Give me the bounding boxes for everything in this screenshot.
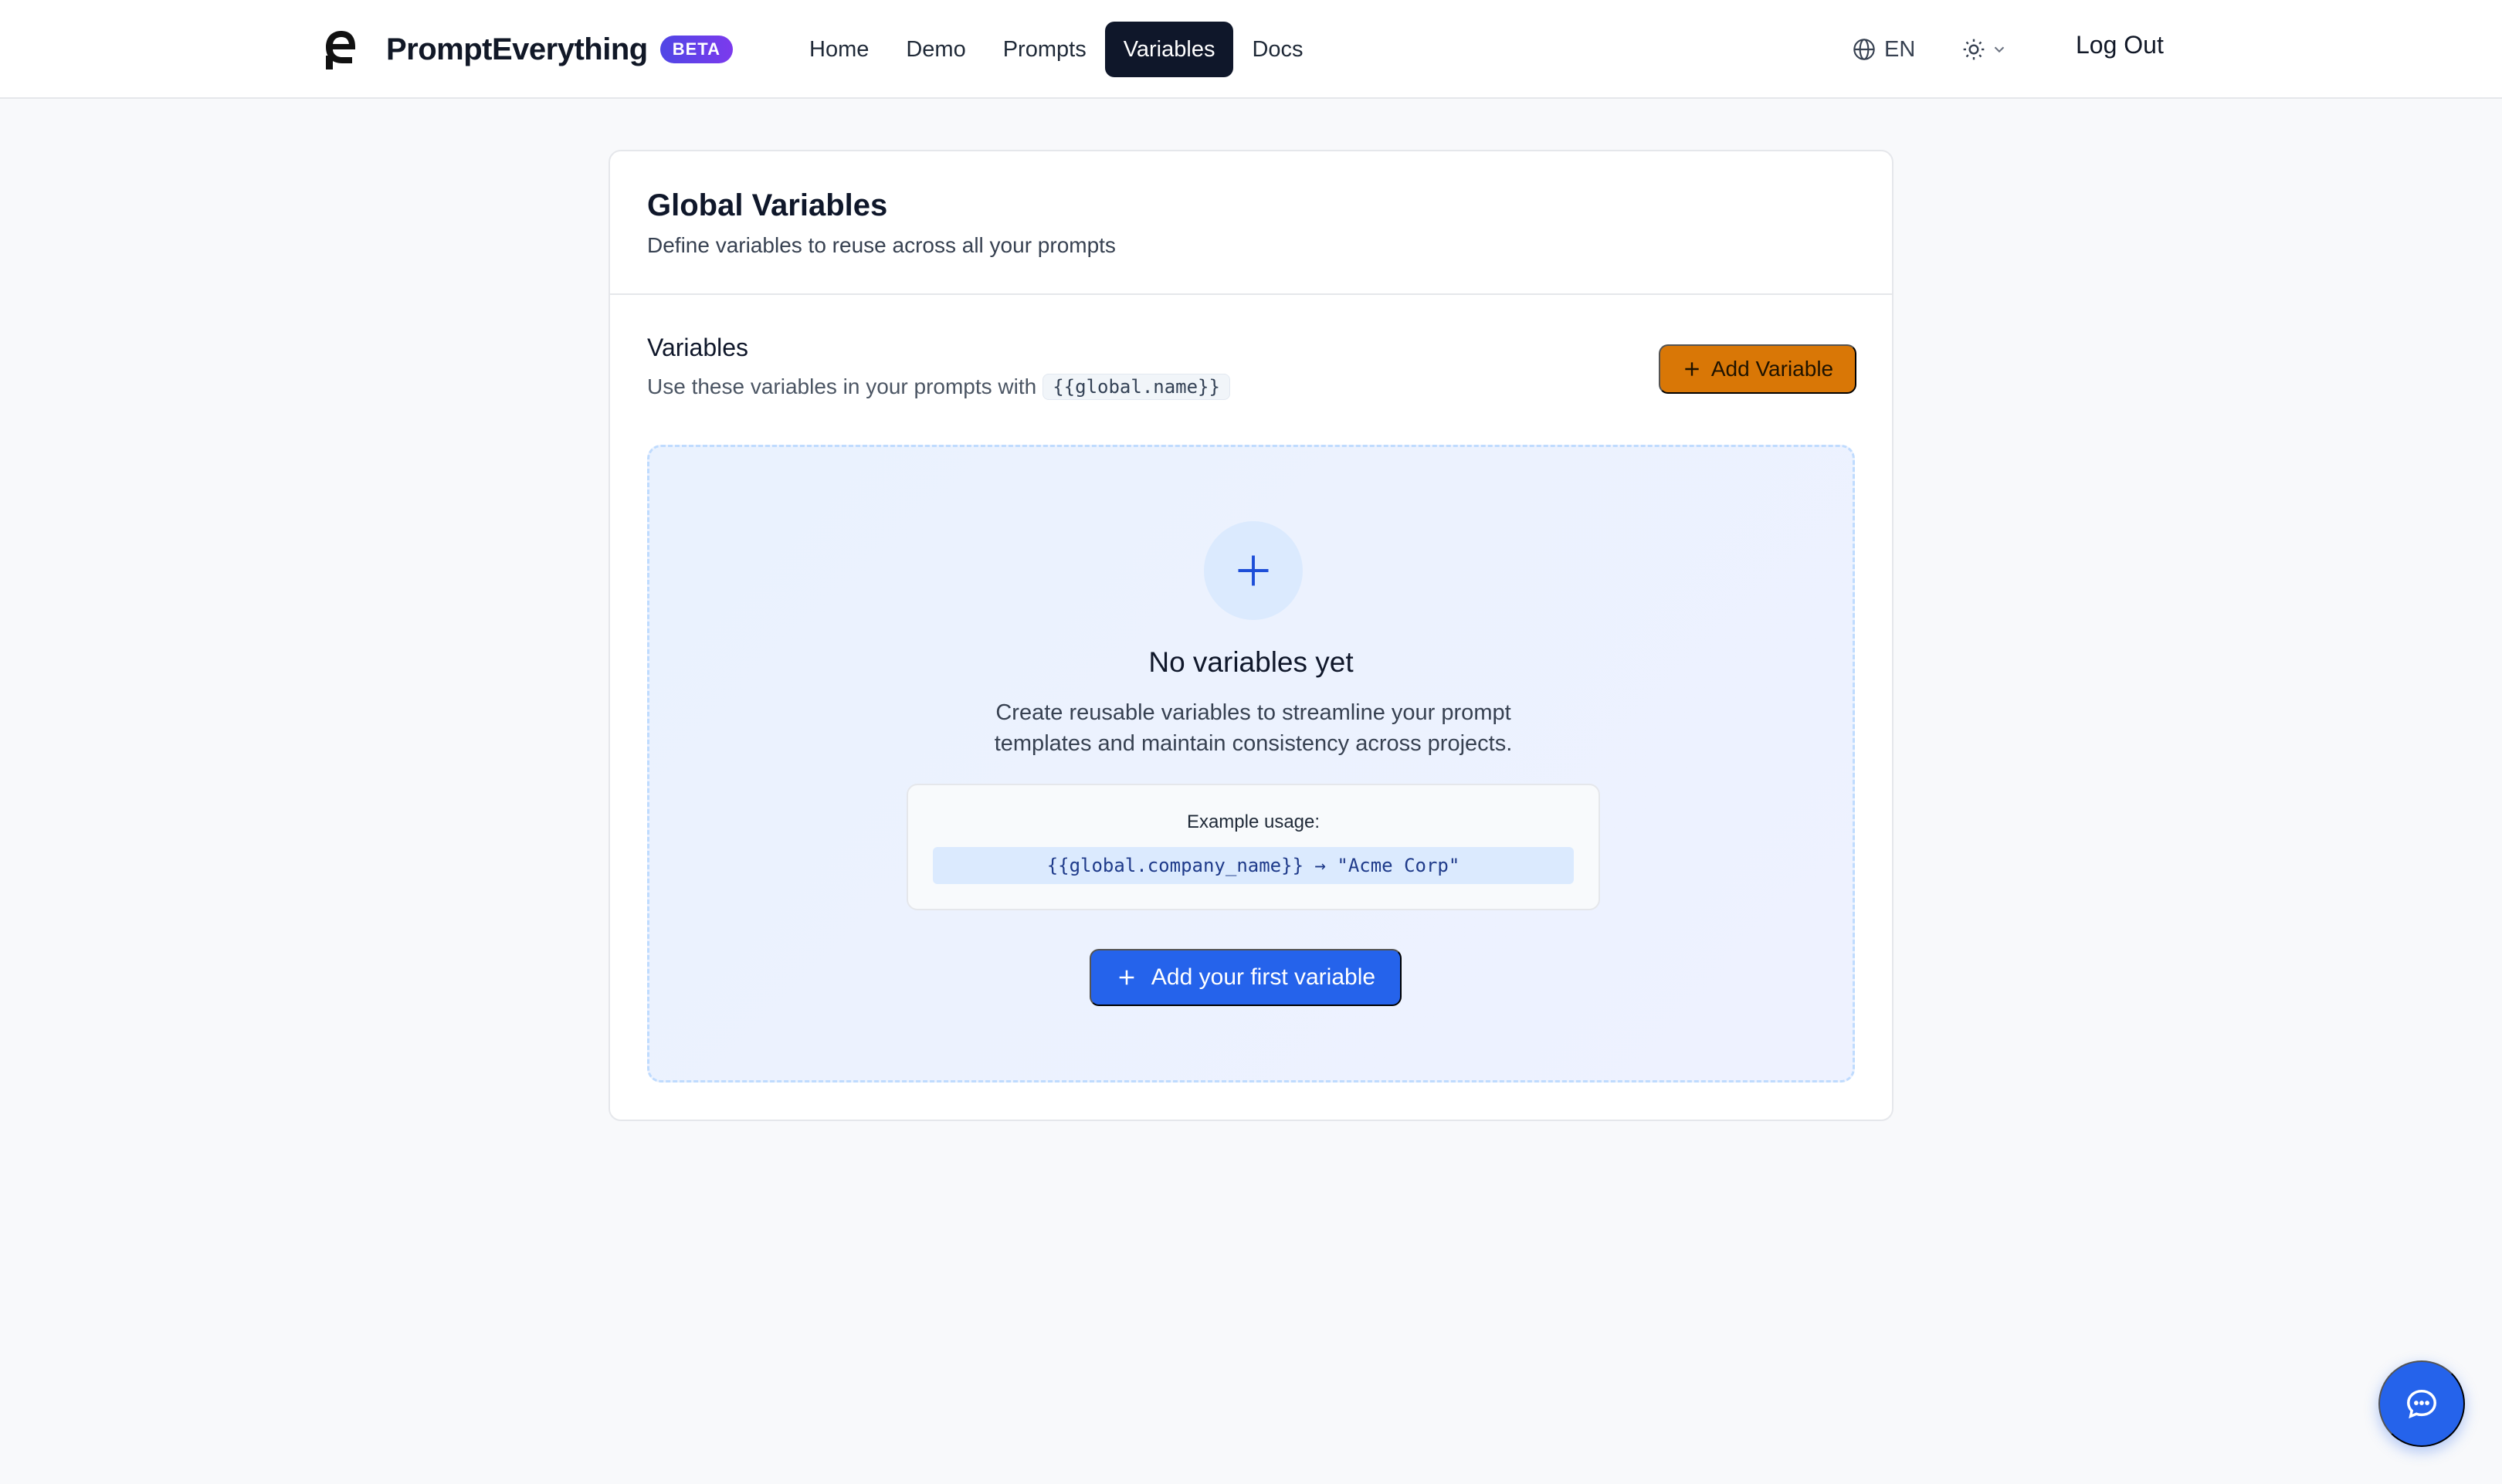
brand[interactable]: PromptEverything BETA — [324, 26, 733, 73]
sun-icon — [1963, 39, 1985, 60]
syntax-example-code: {{global.name}} — [1042, 374, 1230, 400]
language-label: EN — [1884, 36, 1916, 62]
theme-toggle[interactable] — [1961, 32, 2008, 66]
empty-state-panel: No variables yet Create reusable variabl… — [647, 445, 1855, 1083]
variables-usage-text: Use these variables in your prompts with — [647, 374, 1037, 398]
add-first-variable-label: Add your first variable — [1151, 964, 1376, 990]
example-usage-label: Example usage: — [1186, 811, 1320, 832]
beta-badge: BETA — [659, 36, 733, 63]
main-nav: Home Demo Prompts Variables Docs — [791, 22, 1322, 77]
logout-link[interactable]: Log Out — [2076, 31, 2164, 59]
chat-support-button[interactable] — [2378, 1360, 2465, 1447]
variables-section-title: Variables — [647, 334, 749, 361]
example-usage-box: Example usage: {{global.company_name}} →… — [907, 784, 1600, 910]
chat-bubble-icon — [2407, 1389, 2436, 1419]
card-header: Global Variables Define variables to reu… — [610, 151, 1892, 295]
globe-icon — [1853, 39, 1875, 60]
global-variables-card: Global Variables Define variables to reu… — [609, 150, 1893, 1121]
page-title: Global Variables — [647, 188, 888, 222]
variables-section-description: Use these variables in your prompts with… — [647, 374, 1230, 400]
chevron-down-icon — [1994, 46, 2005, 53]
nav-demo[interactable]: Demo — [887, 22, 984, 77]
nav-docs[interactable]: Docs — [1233, 22, 1321, 77]
example-usage-code: {{global.company_name}} → "Acme Corp" — [933, 847, 1574, 884]
plus-icon — [1119, 970, 1134, 985]
brand-logo-icon — [326, 31, 355, 69]
nav-prompts[interactable]: Prompts — [985, 22, 1105, 77]
add-variable-button[interactable]: Add Variable — [1659, 344, 1856, 394]
brand-name: PromptEverything — [386, 32, 648, 66]
empty-state-plus-icon — [1204, 521, 1303, 620]
page-description: Define variables to reuse across all you… — [647, 233, 1116, 257]
empty-state-description: Create reusable variables to streamline … — [994, 700, 1513, 756]
add-first-variable-button[interactable]: Add your first variable — [1090, 949, 1402, 1006]
language-selector[interactable]: EN — [1852, 32, 1915, 66]
empty-state-title: No variables yet — [1148, 646, 1354, 678]
nav-home[interactable]: Home — [791, 22, 887, 77]
top-navbar: PromptEverything BETA Home Demo Prompts … — [0, 0, 2502, 99]
plus-icon — [1685, 362, 1699, 376]
nav-variables[interactable]: Variables — [1104, 22, 1234, 77]
plus-icon — [1238, 555, 1269, 586]
add-variable-label: Add Variable — [1710, 357, 1834, 381]
